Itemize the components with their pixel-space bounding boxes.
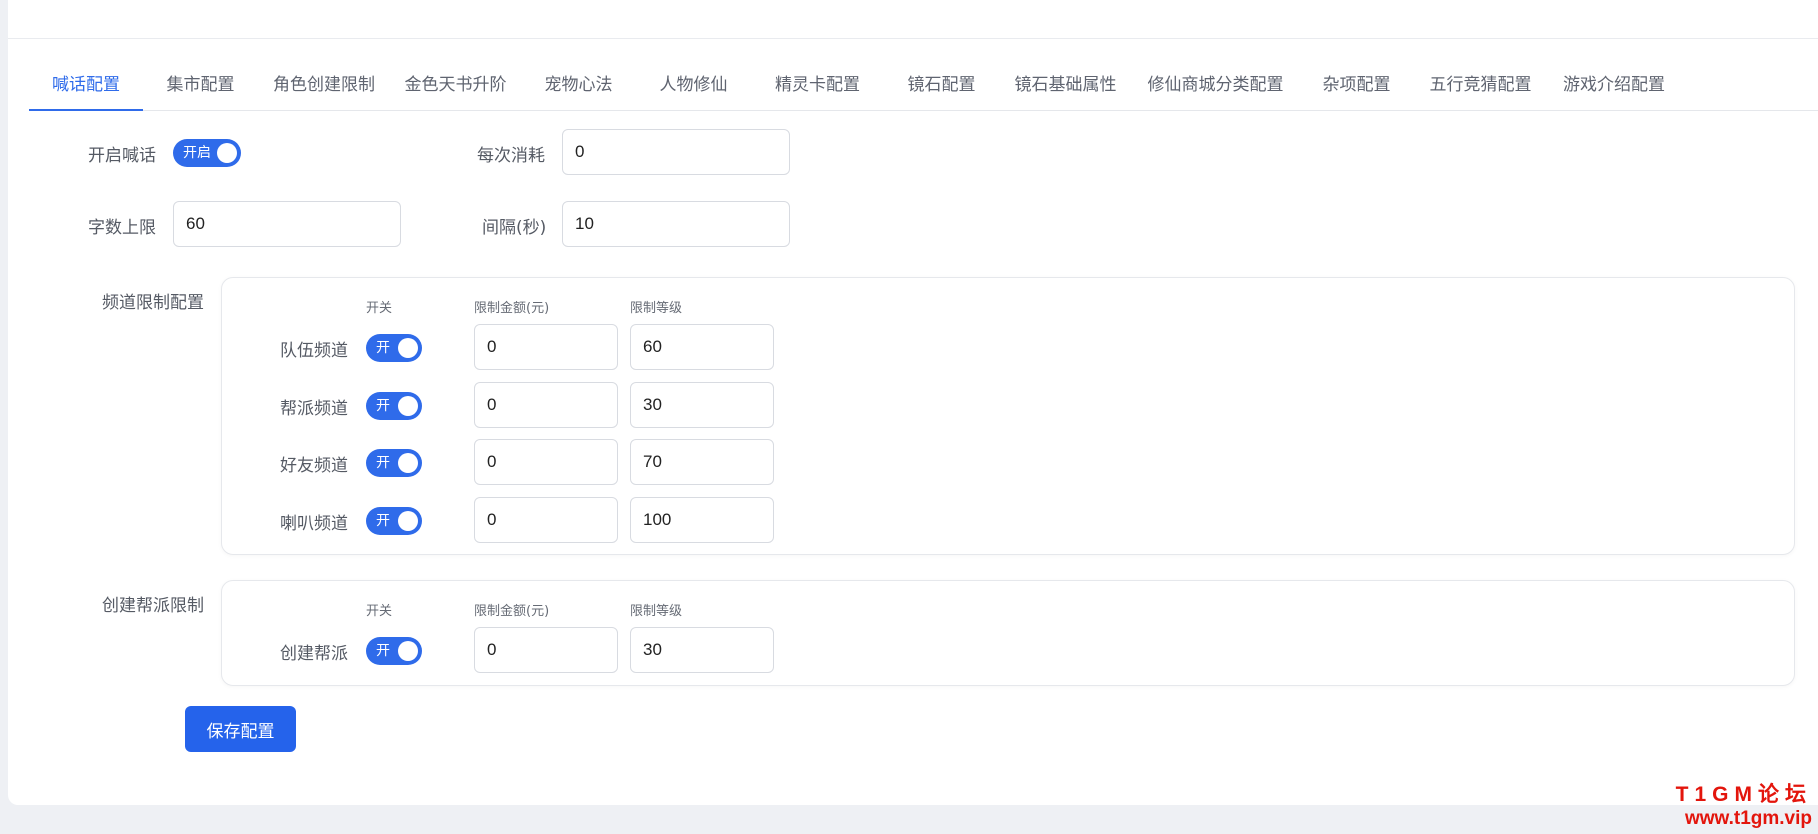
channel-switch[interactable]: 开 [366,334,422,362]
tab-game-intro-config[interactable]: 游戏介绍配置 [1547,62,1681,110]
guild-limits-section-label: 创建帮派限制 [102,596,204,616]
switch-knob [398,338,418,358]
tab-role-create-limit[interactable]: 角色创建限制 [258,62,390,110]
interval-input[interactable] [562,201,790,247]
switch-knob [398,453,418,473]
channel-name: 好友频道 [280,456,348,476]
channel-switch-text: 开 [376,398,390,414]
tab-pet-mind[interactable]: 宠物心法 [521,62,636,110]
tab-mirror-stone-config[interactable]: 镜石配置 [884,62,999,110]
guild-limits-panel [221,580,1795,686]
channel-amount-input[interactable] [474,439,618,485]
channel-limits-panel [221,277,1795,555]
channel-level-input[interactable] [630,382,774,428]
col-switch-header: 开关 [366,301,393,316]
channel-level-input[interactable] [630,439,774,485]
channel-amount-input[interactable] [474,497,618,543]
tab-market-config[interactable]: 集市配置 [143,62,258,110]
enable-shout-switch[interactable]: 开启 [173,139,241,167]
watermark-line2: www.t1gm.vip [1684,808,1812,829]
channel-name: 喇叭频道 [280,514,348,534]
tab-gold-book-upgrade[interactable]: 金色天书升阶 [390,62,521,110]
channel-switch[interactable]: 开 [366,392,422,420]
switch-knob [398,641,418,661]
channel-switch[interactable]: 开 [366,449,422,477]
forum-watermark: T1GM论坛 www.t1gm.vip [1676,782,1812,830]
guild-create-switch[interactable]: 开 [366,637,422,665]
tab-five-elements-guess[interactable]: 五行竞猜配置 [1414,62,1547,110]
switch-knob [217,143,237,163]
channel-name: 帮派频道 [280,399,348,419]
save-config-button[interactable]: 保存配置 [185,706,296,752]
switch-knob [398,396,418,416]
cost-per-shout-input[interactable] [562,129,790,175]
cost-per-shout-label: 每次消耗 [477,146,545,166]
top-divider [8,38,1818,39]
max-chars-input[interactable] [173,201,401,247]
channel-name: 队伍频道 [280,341,348,361]
tab-character-cultivation[interactable]: 人物修仙 [636,62,751,110]
enable-shout-switch-text: 开启 [183,145,211,161]
guild-create-level-input[interactable] [630,627,774,673]
tab-misc-config[interactable]: 杂项配置 [1299,62,1414,110]
tab-spirit-card-config[interactable]: 精灵卡配置 [751,62,884,110]
guild-create-switch-text: 开 [376,643,390,659]
tab-shout-config[interactable]: 喊话配置 [29,62,143,111]
channel-switch-text: 开 [376,513,390,529]
enable-shout-label: 开启喊话 [88,146,156,166]
channel-switch-text: 开 [376,340,390,356]
channel-switch[interactable]: 开 [366,507,422,535]
channel-level-input[interactable] [630,497,774,543]
col-amount-header: 限制金额(元) [474,301,550,316]
guild-create-amount-input[interactable] [474,627,618,673]
col-level-header: 限制等级 [630,604,683,619]
channel-amount-input[interactable] [474,382,618,428]
channel-level-input[interactable] [630,324,774,370]
watermark-line1: T1GM论坛 [1675,783,1812,806]
max-chars-label: 字数上限 [88,218,156,238]
col-level-header: 限制等级 [630,301,683,316]
channel-limits-section-label: 频道限制配置 [102,293,204,313]
channel-amount-input[interactable] [474,324,618,370]
col-switch-header: 开关 [366,604,393,619]
switch-knob [398,511,418,531]
col-amount-header: 限制金额(元) [474,604,550,619]
tab-mirror-stone-attrs[interactable]: 镜石基础属性 [999,62,1132,110]
guild-create-name: 创建帮派 [280,644,348,664]
tab-cultivation-shop-category[interactable]: 修仙商城分类配置 [1132,62,1299,110]
channel-switch-text: 开 [376,455,390,471]
tab-bar: 喊话配置 集市配置 角色创建限制 金色天书升阶 宠物心法 人物修仙 精灵卡配置 … [29,62,1818,111]
interval-label: 间隔(秒) [482,218,547,238]
